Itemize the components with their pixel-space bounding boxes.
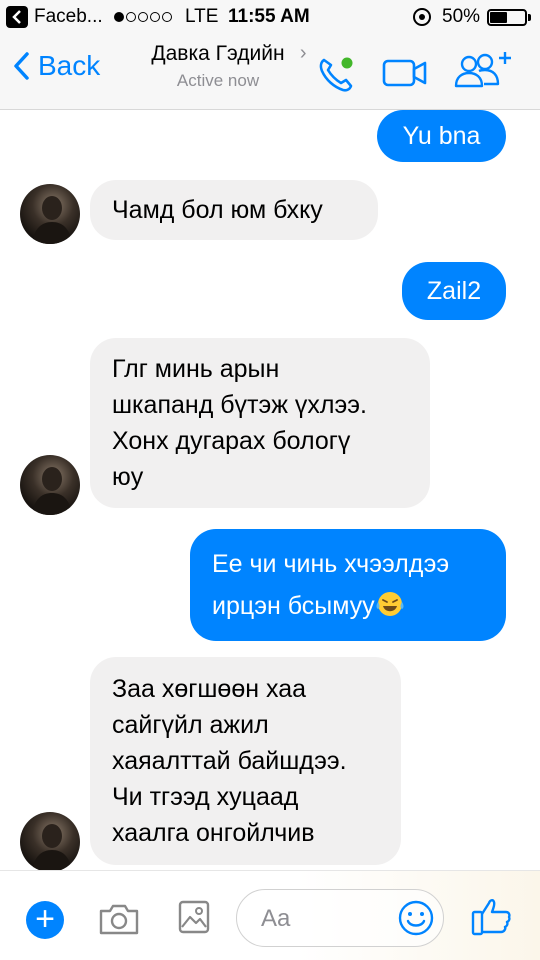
contact-avatar[interactable] — [20, 812, 80, 872]
message-bubble-incoming[interactable]: Глг минь арын шкапанд бүтэж үхлээ. Хонх … — [90, 338, 430, 508]
message-input[interactable] — [261, 902, 391, 936]
like-button[interactable] — [470, 895, 514, 942]
video-camera-icon — [382, 59, 427, 87]
message-text: Чамд бол юм бхку — [112, 196, 323, 224]
status-time: 11:55 AM — [228, 6, 310, 27]
message-bubble-incoming[interactable]: Чамд бол юм бхку — [90, 180, 378, 240]
conversation-header: Back Давка Гэдийн › Active now — [0, 34, 540, 110]
message-line: хаалга онгойлчив — [112, 819, 315, 847]
message-line: Чи тгээд хуцаад — [112, 783, 299, 811]
status-app-label[interactable]: Faceb... — [34, 6, 103, 28]
back-label: Back — [38, 50, 101, 81]
video-call-button[interactable] — [382, 58, 428, 93]
plus-icon: + — [35, 900, 55, 938]
back-to-app-icon[interactable] — [6, 6, 28, 28]
message-line: сайгүйл ажил — [112, 711, 269, 739]
signal-dot — [114, 12, 124, 22]
signal-dot — [138, 12, 148, 22]
message-line: ирцэн бсымуу — [212, 592, 375, 620]
message-thread[interactable]: Yu bna Чамд бол юм бхку Zail2 Глг минь а… — [0, 110, 540, 872]
battery-cap — [528, 14, 531, 21]
add-people-icon — [454, 52, 511, 88]
message-text: Zail2 — [426, 277, 482, 305]
message-line-with-emoji: ирцэн бсымуу — [212, 585, 484, 627]
phone-icon — [319, 57, 353, 92]
camera-icon — [99, 904, 139, 935]
phone-call-button[interactable] — [316, 54, 358, 99]
message-bubble-outgoing[interactable]: Yu bna — [377, 110, 506, 162]
status-bar: Faceb... LTE 11:55 AM 50% — [0, 0, 540, 34]
add-people-button[interactable] — [453, 48, 515, 95]
contact-title[interactable]: Давка Гэдийн › Active now — [130, 42, 306, 91]
signal-dot — [126, 12, 136, 22]
avatar-photo — [32, 467, 72, 515]
contact-avatar[interactable] — [20, 455, 80, 515]
thumbs-up-icon — [471, 899, 511, 936]
battery-level — [490, 12, 507, 23]
contact-name: Давка Гэдийн — [151, 42, 285, 65]
avatar-photo — [32, 196, 72, 244]
message-bubble-outgoing[interactable]: Ее чи чинь хчээлдээ ирцэн бсымуу — [190, 529, 506, 641]
photo-icon — [178, 900, 210, 934]
contact-avatar[interactable] — [20, 184, 80, 244]
plus-button[interactable]: + — [26, 901, 64, 939]
avatar-photo — [32, 824, 72, 872]
battery-percent: 50% — [442, 6, 481, 27]
message-composer: + — [0, 870, 540, 960]
emoji-icon — [398, 900, 434, 936]
network-type: LTE — [185, 6, 219, 27]
camera-button[interactable] — [98, 901, 140, 942]
signal-dot — [162, 12, 172, 22]
photo-button[interactable] — [177, 899, 211, 940]
message-line: Заа хөгшөөн хаа — [112, 675, 307, 703]
chevron-right-icon: › — [299, 42, 307, 64]
battery-icon — [487, 9, 527, 26]
contact-status: Active now — [176, 71, 260, 90]
message-line: Глг минь арын — [112, 355, 280, 383]
message-input-container[interactable] — [236, 889, 444, 947]
chevron-left-icon — [14, 52, 29, 80]
message-line: хаяалттай байшдээ. — [112, 747, 347, 775]
message-line: Ее чи чинь хчээлдээ — [212, 550, 450, 578]
message-line: шкапанд бүтэж үхлээ. — [112, 391, 367, 419]
message-bubble-incoming[interactable]: Заа хөгшөөн хаа сайгүйл ажил хаяалттай б… — [90, 657, 401, 865]
message-line: Хонх дугарах бологү — [112, 427, 351, 455]
rotation-lock-icon — [413, 8, 431, 26]
message-text: Yu bna — [402, 122, 481, 150]
signal-dot — [150, 12, 160, 22]
active-dot — [341, 57, 353, 69]
signal-strength-icon — [114, 12, 172, 22]
back-button[interactable]: Back — [12, 50, 100, 82]
message-line: юу — [112, 463, 144, 491]
emoji-button[interactable] — [397, 899, 435, 942]
message-bubble-outgoing[interactable]: Zail2 — [402, 262, 506, 320]
laughing-tears-emoji-icon — [376, 592, 404, 616]
